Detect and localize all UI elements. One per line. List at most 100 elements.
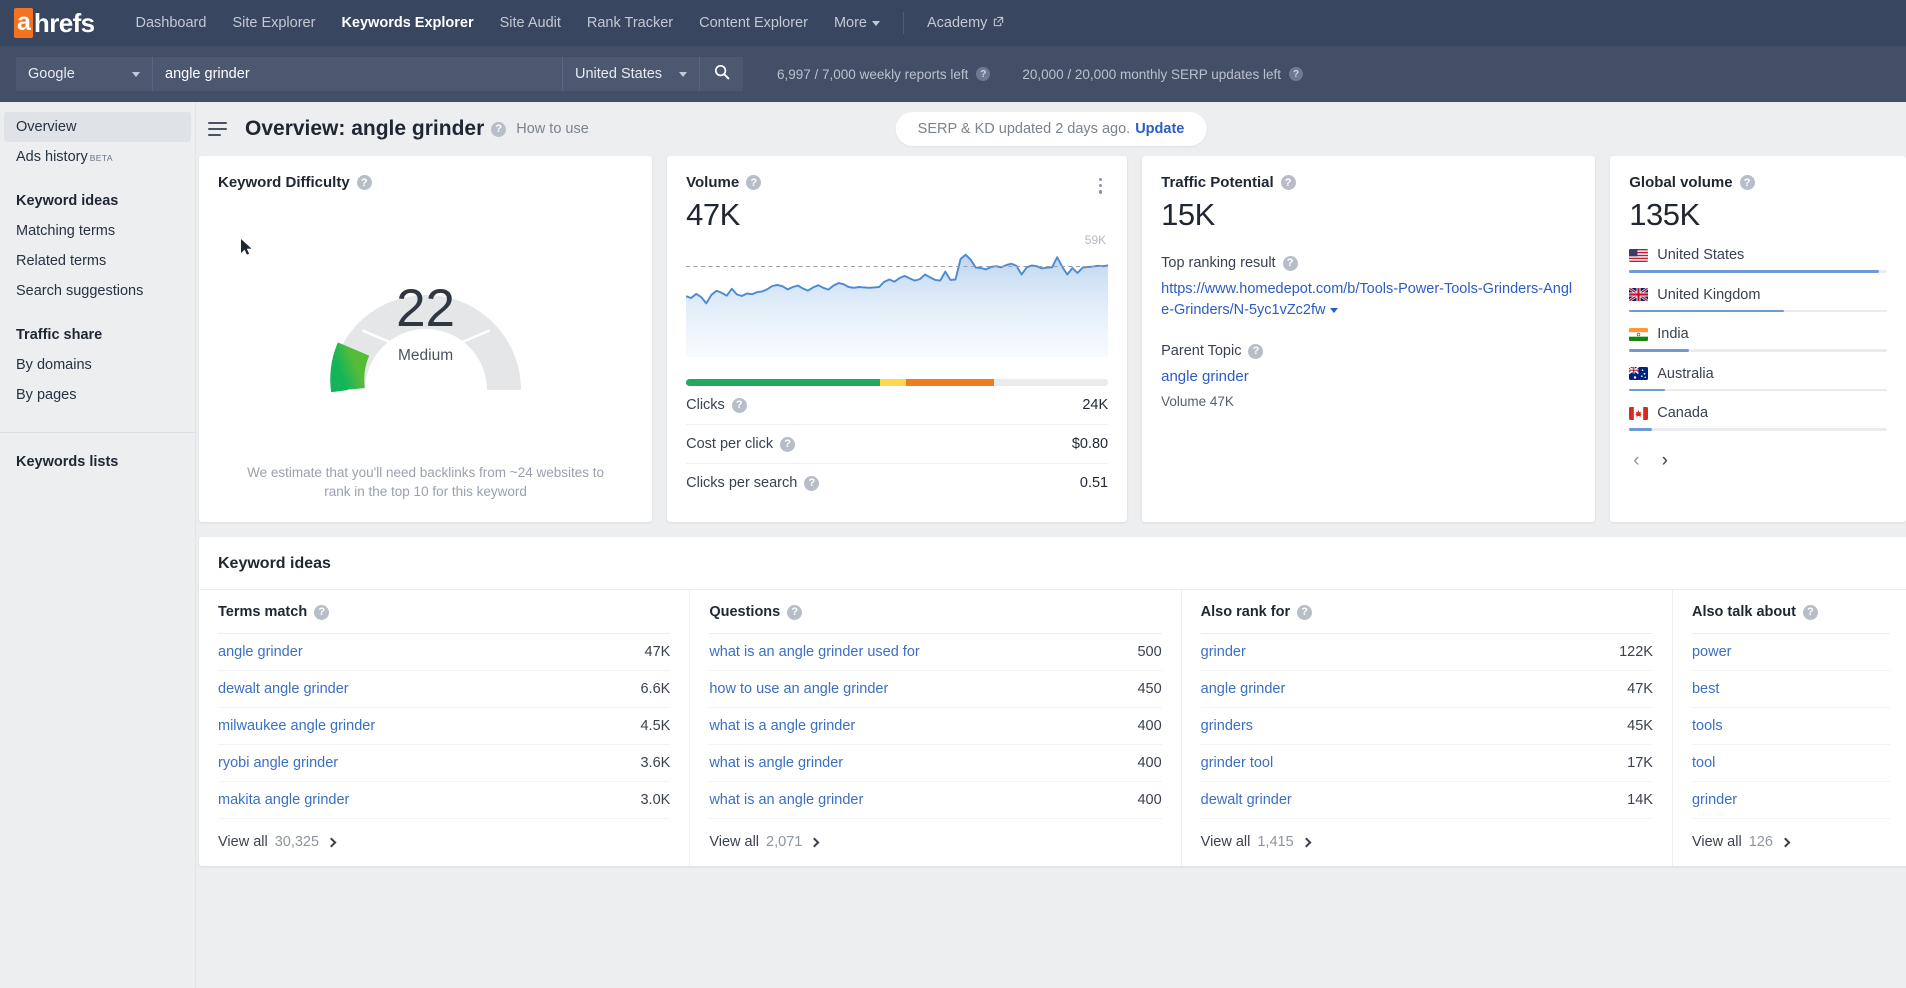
volume-options-menu-icon[interactable] — [1093, 174, 1108, 198]
keyword-link[interactable]: makita angle grinder — [218, 792, 349, 808]
keyword-row[interactable]: grinder — [1691, 782, 1890, 819]
keyword-row[interactable]: milwaukee angle grinder 4.5K — [218, 708, 671, 745]
keyword-row[interactable]: what is an angle grinder 400 — [709, 782, 1162, 819]
global-volume-country-item[interactable]: United States — [1629, 247, 1887, 273]
keyword-row[interactable]: grinder tool 17K — [1200, 745, 1653, 782]
keyword-link[interactable]: dewalt angle grinder — [218, 681, 349, 697]
keyword-row[interactable]: grinder 122K — [1200, 634, 1653, 671]
help-icon[interactable]: ? — [976, 67, 991, 81]
help-icon[interactable]: ? — [746, 175, 762, 190]
keyword-row[interactable]: angle grinder 47K — [1200, 671, 1653, 708]
keyword-row[interactable]: tool — [1691, 745, 1890, 782]
chevron-down-icon[interactable] — [1329, 307, 1338, 313]
nav-item-site-explorer[interactable]: Site Explorer — [219, 15, 328, 31]
sidebar-item-ads-history[interactable]: Ads history BETA — [4, 142, 191, 172]
sidebar-item-keywords-lists[interactable]: Keywords lists — [4, 447, 191, 477]
keyword-link[interactable]: grinder — [1201, 644, 1246, 660]
nav-item-rank-tracker[interactable]: Rank Tracker — [574, 15, 686, 31]
sidebar-item-search-suggestions[interactable]: Search suggestions — [4, 276, 191, 306]
help-icon[interactable]: ? — [787, 604, 803, 620]
keyword-link[interactable]: tools — [1692, 718, 1723, 734]
parent-topic-link[interactable]: angle grinder — [1161, 368, 1576, 385]
keyword-link[interactable]: grinder tool — [1201, 755, 1274, 771]
nav-item-dashboard[interactable]: Dashboard — [123, 15, 220, 31]
help-icon[interactable]: ? — [491, 121, 507, 137]
pagination-next-icon[interactable]: › — [1662, 451, 1668, 470]
keyword-link[interactable]: angle grinder — [1201, 681, 1286, 697]
top-ranking-result-url[interactable]: https://www.homedepot.com/b/Tools-Power-… — [1161, 279, 1576, 321]
keyword-search-input[interactable] — [153, 57, 562, 91]
keyword-link[interactable]: best — [1692, 681, 1719, 697]
keyword-row[interactable]: dewalt angle grinder 6.6K — [218, 671, 671, 708]
serp-update-button[interactable]: Update — [1135, 121, 1184, 137]
keyword-ideas-column: Also rank for? grinder 122K angle grinder 47… — [1182, 590, 1673, 866]
help-icon[interactable]: ? — [780, 436, 796, 452]
ahrefs-logo[interactable]: a hrefs — [14, 8, 95, 39]
keyword-row[interactable]: how to use an angle grinder 450 — [709, 671, 1162, 708]
keyword-link[interactable]: grinder — [1692, 792, 1737, 808]
help-icon[interactable]: ? — [356, 175, 372, 190]
keyword-row[interactable]: dewalt grinder 14K — [1200, 782, 1653, 819]
global-volume-country-item[interactable]: Canada — [1629, 405, 1887, 431]
sidebar-toggle-icon[interactable] — [202, 116, 233, 143]
help-icon[interactable]: ? — [1280, 175, 1296, 190]
keyword-link[interactable]: angle grinder — [218, 644, 303, 660]
volume-trend-chart: 59K — [685, 233, 1109, 365]
keyword-row[interactable]: tools — [1691, 708, 1890, 745]
country-select[interactable]: United States — [562, 57, 699, 91]
keyword-row[interactable]: what is a angle grinder 400 — [709, 708, 1162, 745]
pagination-prev-icon[interactable]: ‹ — [1633, 451, 1639, 470]
keyword-row[interactable]: ryobi angle grinder 3.6K — [218, 745, 671, 782]
keyword-link[interactable]: what is an angle grinder used for — [709, 644, 919, 660]
keyword-row[interactable]: makita angle grinder 3.0K — [218, 782, 671, 819]
keyword-difficulty-card: Keyword Difficulty ? 22 Medium We estima… — [199, 156, 653, 522]
keyword-row[interactable]: what is angle grinder 400 — [709, 745, 1162, 782]
keyword-link[interactable]: how to use an angle grinder — [709, 681, 888, 697]
keyword-link[interactable]: ryobi angle grinder — [218, 755, 338, 771]
view-all-link[interactable]: View all 30,325 — [218, 819, 670, 866]
help-icon[interactable]: ? — [731, 397, 747, 413]
help-icon[interactable]: ? — [1289, 67, 1304, 81]
nav-item-more[interactable]: More — [821, 15, 893, 31]
help-icon[interactable]: ? — [804, 475, 820, 491]
keyword-row[interactable]: best — [1691, 671, 1890, 708]
nav-item-content-explorer[interactable]: Content Explorer — [686, 15, 821, 31]
nav-item-site-audit[interactable]: Site Audit — [487, 15, 574, 31]
sidebar-item-by-pages[interactable]: By pages — [4, 380, 191, 410]
global-volume-country-item[interactable]: United Kingdom — [1629, 287, 1887, 313]
nav-item-academy[interactable]: Academy — [914, 15, 1017, 31]
global-volume-country-item[interactable]: Australia — [1629, 366, 1887, 392]
help-icon[interactable]: ? — [1802, 604, 1818, 620]
keyword-link[interactable]: what is an angle grinder — [709, 792, 863, 808]
sidebar-item-matching-terms[interactable]: Matching terms — [4, 216, 191, 246]
keyword-row[interactable]: angle grinder 47K — [218, 634, 671, 671]
keyword-row[interactable]: power — [1691, 634, 1890, 671]
help-icon[interactable]: ? — [1282, 255, 1298, 271]
keyword-link[interactable]: milwaukee angle grinder — [218, 718, 375, 734]
stat-row-cost-per-click: Cost per click ? $0.80 — [686, 425, 1109, 464]
keyword-link[interactable]: power — [1692, 644, 1732, 660]
sidebar-item-by-domains[interactable]: By domains — [4, 350, 191, 380]
sidebar-item-related-terms[interactable]: Related terms — [4, 246, 191, 276]
keyword-link[interactable]: grinders — [1201, 718, 1253, 734]
help-icon[interactable]: ? — [1297, 604, 1313, 620]
global-volume-country-item[interactable]: India — [1629, 326, 1887, 352]
keyword-row[interactable]: grinders 45K — [1200, 708, 1653, 745]
help-icon[interactable]: ? — [1739, 175, 1755, 190]
view-all-link[interactable]: View all 1,415 — [1201, 819, 1653, 866]
keyword-row[interactable]: what is an angle grinder used for 500 — [709, 634, 1162, 671]
keyword-link[interactable]: what is a angle grinder — [709, 718, 855, 734]
view-all-link[interactable]: View all 126 — [1692, 819, 1890, 866]
keyword-link[interactable]: tool — [1692, 755, 1715, 771]
help-icon[interactable]: ? — [314, 604, 330, 620]
help-icon[interactable]: ? — [1248, 343, 1264, 359]
sidebar-item-overview[interactable]: Overview — [4, 112, 191, 142]
keyword-link[interactable]: what is angle grinder — [709, 755, 843, 771]
keyword-link[interactable]: dewalt grinder — [1201, 792, 1292, 808]
column-header: Questions? — [709, 590, 1162, 634]
search-submit-button[interactable] — [699, 57, 743, 91]
how-to-use-link[interactable]: How to use — [516, 121, 589, 137]
nav-item-keywords-explorer[interactable]: Keywords Explorer — [328, 15, 486, 31]
search-engine-select[interactable]: Google — [16, 57, 153, 91]
view-all-link[interactable]: View all 2,071 — [709, 819, 1161, 866]
